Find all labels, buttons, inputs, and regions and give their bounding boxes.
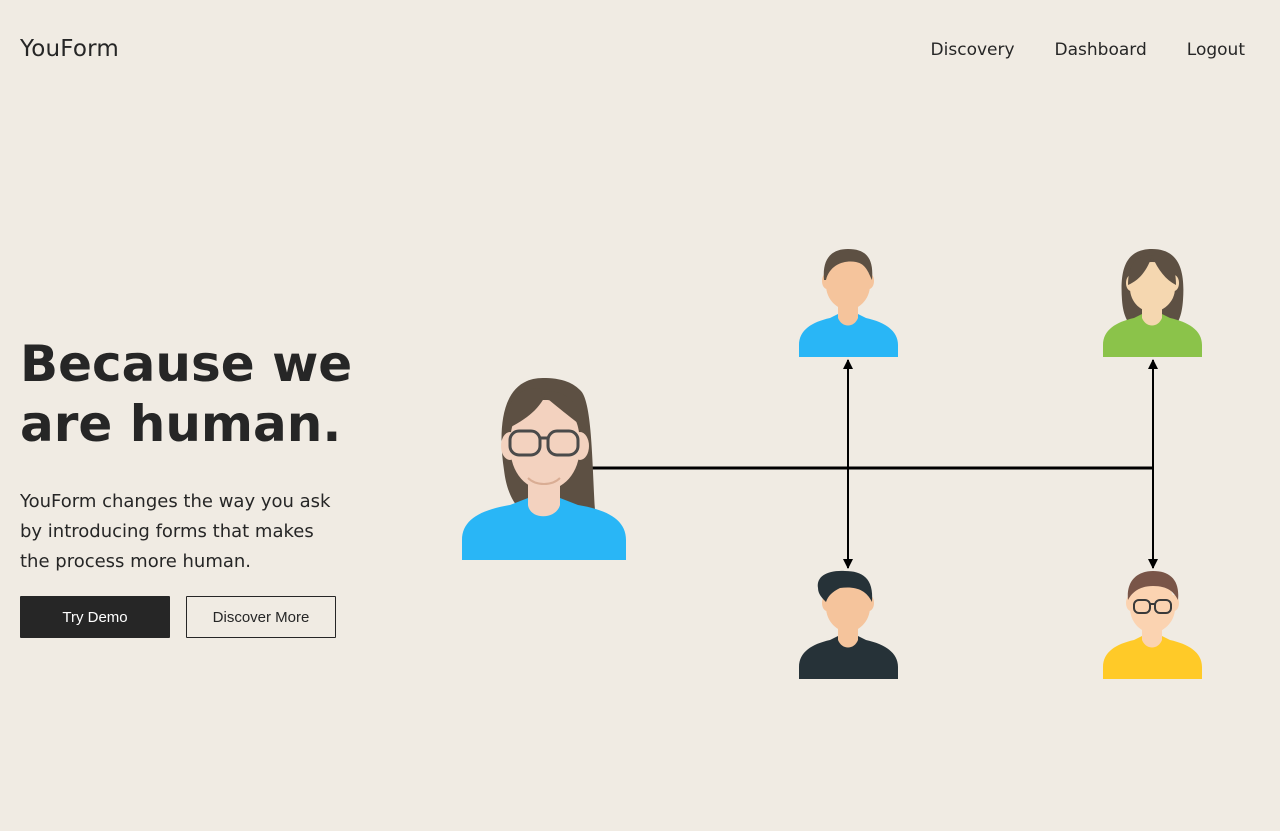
person-icon [799,249,898,357]
person-icon [799,570,898,679]
network-illustration [462,249,1202,679]
connector-lines [590,359,1158,569]
person-icon [1103,249,1202,357]
person-icon [1103,571,1202,679]
landing-page: YouForm Discovery Dashboard Logout Becau… [0,0,1280,831]
